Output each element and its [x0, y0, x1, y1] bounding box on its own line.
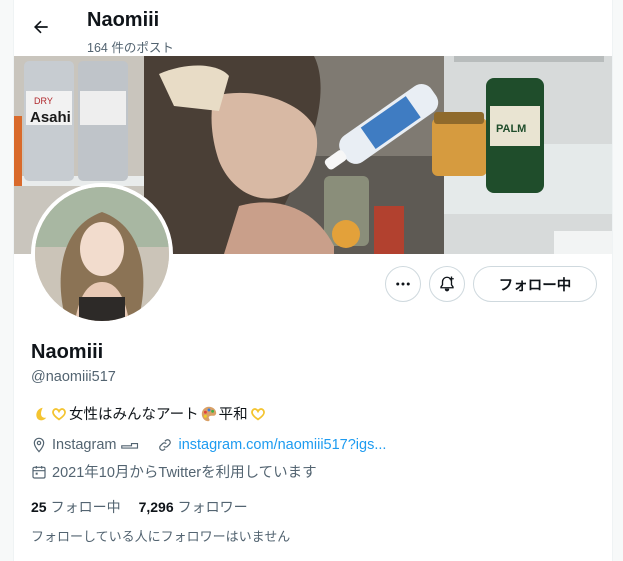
profile-joined-date: 2021年10月からTwitterを利用しています [52, 465, 317, 481]
followers-count: 7,296 [138, 499, 174, 515]
calendar-icon [32, 465, 46, 479]
artist-palette-icon [201, 406, 216, 421]
post-count: 164 件のポスト [87, 41, 174, 55]
bottle-label: PALM [496, 123, 526, 135]
bell-plus-icon [440, 276, 454, 292]
profile-name: Naomiii [31, 341, 104, 363]
profile-website-link[interactable]: instagram.com/naomiii517?igs... [178, 437, 386, 453]
following-link[interactable]: 25 フォロー中 [31, 497, 121, 517]
arrow-left-icon [34, 20, 48, 34]
profile-panel: Naomiii 164 件のポスト Asahi DRY PALM フォロー中 N… [13, 0, 613, 561]
yellow-heart-hands-icon [52, 407, 66, 420]
profile-handle: @naomiii517 [31, 369, 116, 385]
following-button[interactable]: フォロー中 [473, 266, 597, 302]
more-button[interactable] [385, 266, 421, 302]
can-brand-label: Asahi [30, 109, 71, 126]
can-top-label: DRY [34, 96, 53, 106]
crescent-moon-icon [36, 407, 47, 420]
avatar[interactable] [31, 183, 173, 325]
profile-meta-row: Instagram instagram.com/naomiii517?igs..… [31, 437, 386, 453]
back-button[interactable] [24, 10, 58, 44]
more-icon [396, 282, 410, 286]
avatar-image [35, 187, 169, 321]
bio-text: 女性はみんなアート [69, 407, 199, 423]
no-common-followers: フォローしている人にフォロワーはいません [31, 529, 291, 544]
following-count: 25 [31, 499, 47, 515]
follow-stats: 25 フォロー中 7,296 フォロワー [31, 497, 248, 517]
followers-label: フォロワー [177, 499, 248, 515]
notifications-button[interactable] [429, 266, 465, 302]
profile-location: Instagram [52, 437, 117, 453]
followers-link[interactable]: 7,296 フォロワー [139, 497, 248, 517]
pointing-hand-icon [121, 442, 139, 449]
profile-joined-row: 2021年10月からTwitterを利用しています [31, 461, 317, 482]
yellow-heart-hands-icon [250, 407, 265, 420]
link-icon [159, 439, 172, 451]
location-pin-icon [33, 437, 45, 453]
profile-bio: 女性はみんなアート 平和 [31, 403, 267, 424]
top-bar: Naomiii 164 件のポスト [14, 0, 612, 56]
bio-text-2: 平和 [218, 407, 248, 423]
header-title: Naomiii [87, 9, 160, 31]
following-label: フォロー中 [50, 499, 121, 515]
